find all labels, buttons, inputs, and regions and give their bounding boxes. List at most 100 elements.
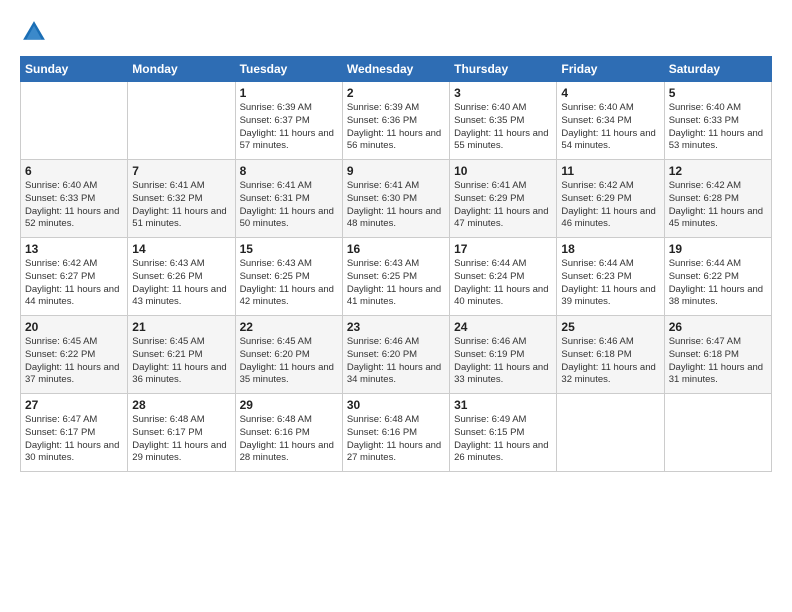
day-info: Sunrise: 6:40 AM Sunset: 6:33 PM Dayligh…	[669, 102, 767, 153]
calendar-week-row: 6Sunrise: 6:40 AM Sunset: 6:33 PM Daylig…	[21, 160, 772, 238]
day-info: Sunrise: 6:40 AM Sunset: 6:35 PM Dayligh…	[454, 102, 552, 153]
calendar-day-cell: 15Sunrise: 6:43 AM Sunset: 6:25 PM Dayli…	[235, 238, 342, 316]
calendar-day-cell: 18Sunrise: 6:44 AM Sunset: 6:23 PM Dayli…	[557, 238, 664, 316]
day-number: 21	[132, 320, 230, 334]
calendar-table: SundayMondayTuesdayWednesdayThursdayFrid…	[20, 56, 772, 472]
calendar-day-cell: 30Sunrise: 6:48 AM Sunset: 6:16 PM Dayli…	[342, 394, 449, 472]
day-info: Sunrise: 6:41 AM Sunset: 6:30 PM Dayligh…	[347, 180, 445, 231]
calendar-day-cell: 26 Sunrise: 6:47 AM Sunset: 6:18 PM Dayli…	[664, 316, 771, 394]
day-info: Sunrise: 6:44 AM Sunset: 6:23 PM Dayligh…	[561, 258, 659, 309]
day-number: 7	[132, 164, 230, 178]
day-number: 27	[25, 398, 123, 412]
day-number: 11	[561, 164, 659, 178]
calendar-day-cell: 31Sunrise: 6:49 AM Sunset: 6:15 PM Dayli…	[450, 394, 557, 472]
calendar-day-cell: 22 Sunrise: 6:45 AM Sunset: 6:20 PM Dayli…	[235, 316, 342, 394]
day-number: 22	[240, 320, 338, 334]
calendar-day-cell	[557, 394, 664, 472]
day-info: Sunrise: 6:46 AM Sunset: 6:19 PM Dayligh…	[454, 336, 552, 387]
day-info: Sunrise: 6:47 AM Sunset: 6:17 PM Dayligh…	[25, 414, 123, 465]
calendar-day-cell: 11 Sunrise: 6:42 AM Sunset: 6:29 PM Dayli…	[557, 160, 664, 238]
day-number: 19	[669, 242, 767, 256]
logo-icon	[20, 18, 48, 46]
day-info: Sunrise: 6:39 AM Sunset: 6:37 PM Dayligh…	[240, 102, 338, 153]
calendar-day-cell: 6Sunrise: 6:40 AM Sunset: 6:33 PM Daylig…	[21, 160, 128, 238]
calendar-day-cell: 29 Sunrise: 6:48 AM Sunset: 6:16 PM Dayli…	[235, 394, 342, 472]
calendar-week-row: 20 Sunrise: 6:45 AM Sunset: 6:22 PM Dayli…	[21, 316, 772, 394]
calendar-day-cell: 24 Sunrise: 6:46 AM Sunset: 6:19 PM Dayli…	[450, 316, 557, 394]
day-of-week-header: Wednesday	[342, 57, 449, 82]
day-of-week-header: Monday	[128, 57, 235, 82]
day-number: 23	[347, 320, 445, 334]
day-info: Sunrise: 6:48 AM Sunset: 6:16 PM Dayligh…	[240, 414, 338, 465]
day-number: 5	[669, 86, 767, 100]
calendar-week-row: 1 Sunrise: 6:39 AM Sunset: 6:37 PM Daylig…	[21, 82, 772, 160]
calendar-day-cell: 7Sunrise: 6:41 AM Sunset: 6:32 PM Daylig…	[128, 160, 235, 238]
calendar-day-cell: 2Sunrise: 6:39 AM Sunset: 6:36 PM Daylig…	[342, 82, 449, 160]
page: SundayMondayTuesdayWednesdayThursdayFrid…	[0, 0, 792, 612]
day-number: 29	[240, 398, 338, 412]
calendar-day-cell: 16 Sunrise: 6:43 AM Sunset: 6:25 PM Dayli…	[342, 238, 449, 316]
day-of-week-header: Sunday	[21, 57, 128, 82]
day-number: 9	[347, 164, 445, 178]
day-info: Sunrise: 6:41 AM Sunset: 6:29 PM Dayligh…	[454, 180, 552, 231]
day-number: 26	[669, 320, 767, 334]
day-info: Sunrise: 6:39 AM Sunset: 6:36 PM Dayligh…	[347, 102, 445, 153]
calendar-day-cell: 12 Sunrise: 6:42 AM Sunset: 6:28 PM Dayli…	[664, 160, 771, 238]
day-info: Sunrise: 6:45 AM Sunset: 6:21 PM Dayligh…	[132, 336, 230, 387]
day-info: Sunrise: 6:43 AM Sunset: 6:25 PM Dayligh…	[347, 258, 445, 309]
day-number: 12	[669, 164, 767, 178]
day-info: Sunrise: 6:48 AM Sunset: 6:16 PM Dayligh…	[347, 414, 445, 465]
header	[20, 18, 772, 46]
calendar-day-cell: 1 Sunrise: 6:39 AM Sunset: 6:37 PM Daylig…	[235, 82, 342, 160]
calendar-day-cell: 27 Sunrise: 6:47 AM Sunset: 6:17 PM Dayli…	[21, 394, 128, 472]
day-info: Sunrise: 6:43 AM Sunset: 6:26 PM Dayligh…	[132, 258, 230, 309]
day-number: 31	[454, 398, 552, 412]
calendar-day-cell: 21 Sunrise: 6:45 AM Sunset: 6:21 PM Dayli…	[128, 316, 235, 394]
calendar-day-cell: 23 Sunrise: 6:46 AM Sunset: 6:20 PM Dayli…	[342, 316, 449, 394]
day-info: Sunrise: 6:42 AM Sunset: 6:29 PM Dayligh…	[561, 180, 659, 231]
day-info: Sunrise: 6:46 AM Sunset: 6:20 PM Dayligh…	[347, 336, 445, 387]
day-of-week-header: Saturday	[664, 57, 771, 82]
day-number: 3	[454, 86, 552, 100]
day-number: 15	[240, 242, 338, 256]
day-number: 14	[132, 242, 230, 256]
calendar-week-row: 13 Sunrise: 6:42 AM Sunset: 6:27 PM Dayli…	[21, 238, 772, 316]
day-number: 4	[561, 86, 659, 100]
day-number: 24	[454, 320, 552, 334]
logo	[20, 18, 52, 46]
calendar-day-cell: 28 Sunrise: 6:48 AM Sunset: 6:17 PM Dayli…	[128, 394, 235, 472]
day-info: Sunrise: 6:45 AM Sunset: 6:22 PM Dayligh…	[25, 336, 123, 387]
day-number: 25	[561, 320, 659, 334]
calendar-day-cell: 13 Sunrise: 6:42 AM Sunset: 6:27 PM Dayli…	[21, 238, 128, 316]
day-of-week-header: Tuesday	[235, 57, 342, 82]
day-number: 16	[347, 242, 445, 256]
day-info: Sunrise: 6:44 AM Sunset: 6:24 PM Dayligh…	[454, 258, 552, 309]
day-number: 1	[240, 86, 338, 100]
day-number: 20	[25, 320, 123, 334]
day-info: Sunrise: 6:48 AM Sunset: 6:17 PM Dayligh…	[132, 414, 230, 465]
day-info: Sunrise: 6:47 AM Sunset: 6:18 PM Dayligh…	[669, 336, 767, 387]
day-info: Sunrise: 6:42 AM Sunset: 6:27 PM Dayligh…	[25, 258, 123, 309]
day-info: Sunrise: 6:45 AM Sunset: 6:20 PM Dayligh…	[240, 336, 338, 387]
calendar-day-cell: 8Sunrise: 6:41 AM Sunset: 6:31 PM Daylig…	[235, 160, 342, 238]
day-number: 8	[240, 164, 338, 178]
calendar-day-cell: 4 Sunrise: 6:40 AM Sunset: 6:34 PM Daylig…	[557, 82, 664, 160]
day-number: 17	[454, 242, 552, 256]
day-number: 13	[25, 242, 123, 256]
day-of-week-header: Friday	[557, 57, 664, 82]
calendar-week-row: 27 Sunrise: 6:47 AM Sunset: 6:17 PM Dayli…	[21, 394, 772, 472]
day-number: 28	[132, 398, 230, 412]
day-of-week-header: Thursday	[450, 57, 557, 82]
calendar-day-cell: 17 Sunrise: 6:44 AM Sunset: 6:24 PM Dayli…	[450, 238, 557, 316]
day-number: 6	[25, 164, 123, 178]
day-info: Sunrise: 6:42 AM Sunset: 6:28 PM Dayligh…	[669, 180, 767, 231]
day-info: Sunrise: 6:40 AM Sunset: 6:34 PM Dayligh…	[561, 102, 659, 153]
calendar-day-cell: 5 Sunrise: 6:40 AM Sunset: 6:33 PM Daylig…	[664, 82, 771, 160]
calendar-day-cell: 14 Sunrise: 6:43 AM Sunset: 6:26 PM Dayli…	[128, 238, 235, 316]
day-info: Sunrise: 6:46 AM Sunset: 6:18 PM Dayligh…	[561, 336, 659, 387]
calendar-day-cell: 10 Sunrise: 6:41 AM Sunset: 6:29 PM Dayli…	[450, 160, 557, 238]
calendar-day-cell: 19Sunrise: 6:44 AM Sunset: 6:22 PM Dayli…	[664, 238, 771, 316]
calendar-day-cell: 20 Sunrise: 6:45 AM Sunset: 6:22 PM Dayli…	[21, 316, 128, 394]
day-number: 10	[454, 164, 552, 178]
calendar-day-cell	[664, 394, 771, 472]
